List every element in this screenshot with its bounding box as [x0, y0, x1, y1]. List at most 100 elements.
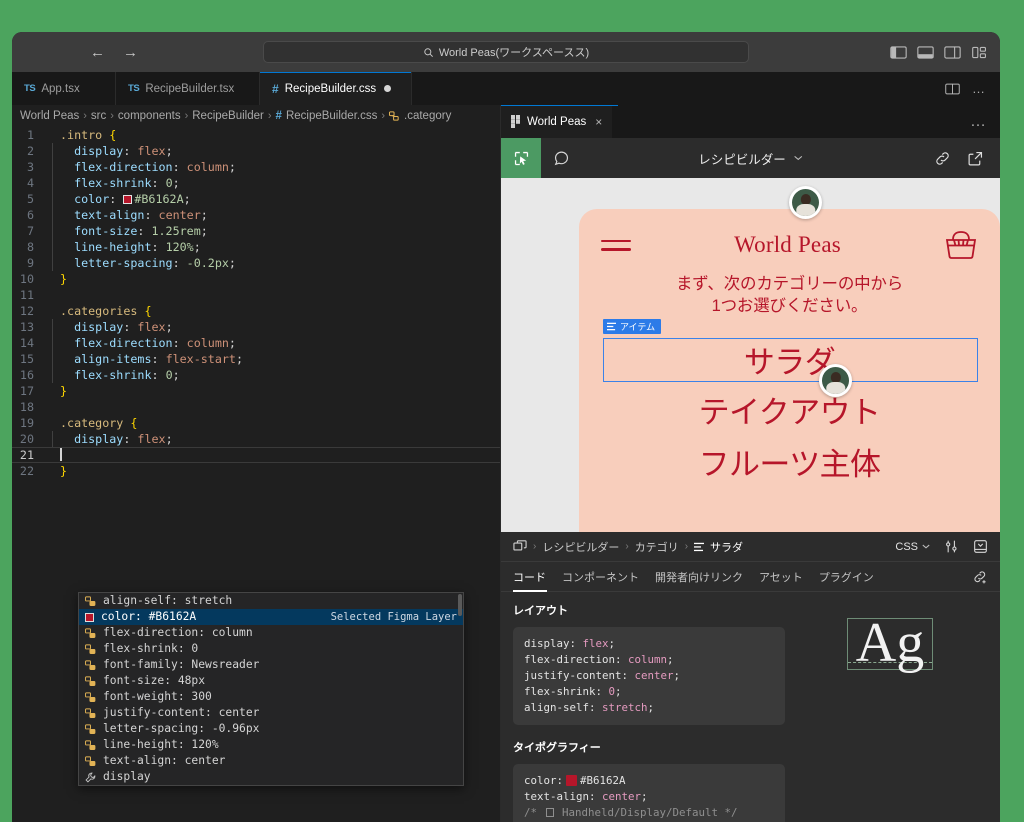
figma-tab-more-icon[interactable]: …: [956, 105, 1000, 138]
tab-figma-world-peas[interactable]: World Peas ×: [501, 105, 612, 138]
open-external-icon[interactable]: [967, 150, 984, 167]
suggestion-item[interactable]: line-height: 120%: [79, 737, 463, 753]
code-line[interactable]: 6 text-align: center;: [12, 207, 500, 223]
figma-page-icon[interactable]: [513, 540, 527, 553]
autocomplete-popup[interactable]: align-self: stretchcolor: #B6162ASelecte…: [78, 592, 464, 786]
code-token: center: [635, 669, 674, 682]
toggle-secondary-sidebar-icon[interactable]: [944, 45, 961, 60]
split-editor-icon[interactable]: [945, 82, 960, 96]
code-line[interactable]: 10}: [12, 271, 500, 287]
figma-document-name[interactable]: レシピビルダー: [698, 149, 803, 168]
inspector-font-preview-pane: Ag: [797, 592, 1000, 822]
code-line[interactable]: 22}: [12, 463, 500, 479]
tab-recipebuilder-tsx[interactable]: TS RecipeBuilder.tsx: [116, 72, 260, 105]
tab-dev-links[interactable]: 開発者向けリンク: [655, 569, 743, 585]
suggest-scrollbar[interactable]: [458, 594, 462, 616]
breadcrumb-file[interactable]: RecipeBuilder.css: [286, 110, 377, 122]
code-token: {: [130, 416, 137, 430]
collaborator-avatar-1[interactable]: [789, 186, 822, 219]
code-line[interactable]: 1.intro {: [12, 127, 500, 143]
line-number: 8: [12, 239, 48, 255]
collaborator-avatar-2[interactable]: [819, 364, 852, 397]
language-select[interactable]: CSS: [895, 541, 930, 553]
code-line[interactable]: 3 flex-direction: column;: [12, 159, 500, 175]
toggle-primary-sidebar-icon[interactable]: [890, 45, 907, 60]
code-content[interactable]: 1.intro {2 display: flex;3 flex-directio…: [12, 127, 500, 822]
window-titlebar: ← → World Peas(ワークスペースス): [12, 32, 1000, 72]
more-actions-icon[interactable]: …: [972, 81, 986, 96]
code-line[interactable]: 11: [12, 287, 500, 303]
breadcrumb-src[interactable]: src: [91, 110, 106, 122]
suggestion-item[interactable]: color: #B6162ASelected Figma Layer: [79, 609, 463, 625]
code-line[interactable]: 21: [12, 447, 500, 463]
suggestion-item[interactable]: align-self: stretch: [79, 593, 463, 609]
figma-property-icon: [85, 596, 96, 607]
category-fruit[interactable]: フルーツ主体: [579, 446, 1000, 483]
code-line[interactable]: 19.category {: [12, 415, 500, 431]
breadcrumb-root[interactable]: World Peas: [20, 110, 79, 122]
suggestion-item[interactable]: flex-shrink: 0: [79, 641, 463, 657]
color-swatch[interactable]: [566, 775, 577, 786]
tab-recipebuilder-css[interactable]: # RecipeBuilder.css: [260, 72, 412, 105]
code-line[interactable]: 12.categories {: [12, 303, 500, 319]
inspector-crumb-node[interactable]: サラダ: [710, 539, 743, 555]
code-line[interactable]: 20 display: flex;: [12, 431, 500, 447]
figma-canvas[interactable]: World Peas まず、次のカテゴリーの中から: [501, 178, 1000, 532]
copy-link-icon[interactable]: [934, 150, 951, 167]
toggle-panel-icon[interactable]: [917, 45, 934, 60]
mockup-header: World Peas: [579, 225, 1000, 265]
tab-plugins[interactable]: プラグイン: [819, 569, 874, 585]
figma-property-icon: [85, 660, 96, 671]
code-line[interactable]: 4 flex-shrink: 0;: [12, 175, 500, 191]
code-line[interactable]: 18: [12, 399, 500, 415]
inspect-settings-icon[interactable]: [944, 539, 959, 554]
add-link-icon[interactable]: [972, 569, 988, 585]
code-line[interactable]: 16 flex-shrink: 0;: [12, 367, 500, 383]
suggestion-item[interactable]: font-weight: 300: [79, 689, 463, 705]
suggestion-item[interactable]: letter-spacing: -0.96px: [79, 721, 463, 737]
code-line-text: }: [48, 383, 67, 399]
code-line[interactable]: 7 font-size: 1.25rem;: [12, 223, 500, 239]
tab-app-tsx[interactable]: TS App.tsx: [12, 72, 116, 105]
customize-layout-icon[interactable]: [971, 45, 988, 60]
forward-button[interactable]: →: [123, 45, 138, 60]
code-line[interactable]: 2 display: flex;: [12, 143, 500, 159]
shopping-basket-icon[interactable]: [944, 230, 978, 260]
tab-code[interactable]: コード: [513, 569, 546, 585]
code-line[interactable]: 15 align-items: flex-start;: [12, 351, 500, 367]
category-salad[interactable]: サラダ: [579, 344, 1000, 381]
back-button[interactable]: ←: [90, 45, 105, 60]
breadcrumb-components[interactable]: components: [118, 110, 181, 122]
category-takeout[interactable]: テイクアウト: [579, 394, 1000, 431]
code-line[interactable]: 5 color: #B6162A;: [12, 191, 500, 207]
color-swatch[interactable]: [123, 195, 132, 204]
inspector-crumb-page[interactable]: レシピビルダー: [542, 539, 619, 555]
inspector-code-block[interactable]: display: flex;flex-direction: column;jus…: [513, 627, 785, 725]
code-line[interactable]: 17}: [12, 383, 500, 399]
code-line[interactable]: 13 display: flex;: [12, 319, 500, 335]
line-number: 12: [12, 303, 48, 319]
suggestion-item[interactable]: flex-direction: column: [79, 625, 463, 641]
inspector-crumb-frame[interactable]: カテゴリ: [635, 539, 679, 555]
tab-assets[interactable]: アセット: [759, 569, 803, 585]
suggestion-item[interactable]: text-align: center: [79, 753, 463, 769]
suggestion-item[interactable]: display: [79, 769, 463, 785]
hamburger-menu-icon[interactable]: [601, 234, 631, 257]
code-line[interactable]: 14 flex-direction: column;: [12, 335, 500, 351]
cursor-tool-button[interactable]: [501, 138, 541, 178]
suggestion-item[interactable]: font-size: 48px: [79, 673, 463, 689]
suggestion-item[interactable]: justify-content: center: [79, 705, 463, 721]
comment-tool-button[interactable]: [541, 138, 581, 178]
code-line[interactable]: 9 letter-spacing: -0.2px;: [12, 255, 500, 271]
code-line[interactable]: 8 line-height: 120%;: [12, 239, 500, 255]
command-center[interactable]: World Peas(ワークスペースス): [263, 41, 749, 63]
export-icon[interactable]: [973, 539, 988, 554]
close-icon[interactable]: ×: [595, 115, 602, 129]
breadcrumb-symbol[interactable]: .category: [404, 110, 451, 122]
mockup-frame[interactable]: World Peas まず、次のカテゴリーの中から: [579, 209, 1000, 532]
breadcrumb-recipebuilder[interactable]: RecipeBuilder: [192, 110, 264, 122]
inspector-code-block[interactable]: color:#B6162Atext-align: center;/* Handh…: [513, 764, 785, 822]
tab-components[interactable]: コンポーネント: [562, 569, 639, 585]
suggestion-item[interactable]: font-family: Newsreader: [79, 657, 463, 673]
indent-guide: [52, 431, 53, 447]
